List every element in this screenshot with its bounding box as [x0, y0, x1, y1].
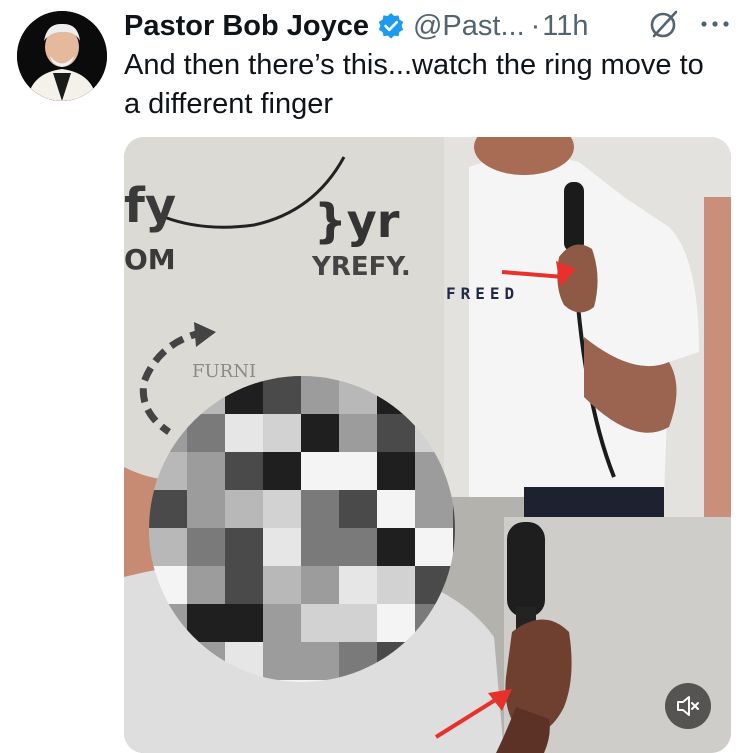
author-handle[interactable]: @Past...	[413, 10, 525, 43]
avatar[interactable]	[17, 11, 107, 101]
volume-mute-icon	[677, 696, 699, 716]
tweet-text: And then there’s this...watch the ring m…	[124, 49, 704, 120]
avatar-image	[17, 11, 107, 101]
video-frame: fy OM }yr YREFY. FURNI FREED	[124, 137, 731, 753]
svg-text:YREFY.: YREFY.	[311, 252, 411, 282]
svg-text:fy: fy	[124, 178, 176, 234]
separator-dot: ·	[530, 9, 541, 42]
mute-button[interactable]	[665, 683, 711, 729]
svg-text:FREED: FREED	[446, 284, 519, 303]
author-name[interactable]: Pastor Bob Joyce	[124, 10, 369, 43]
svg-text:}yr: }yr	[314, 194, 400, 248]
svg-text:OM: OM	[124, 243, 176, 276]
verified-badge-icon	[377, 12, 405, 40]
tweet-header: Pastor Bob Joyce @Past... · 11h	[124, 6, 589, 46]
grok-icon[interactable]	[648, 8, 680, 40]
video-player[interactable]: fy OM }yr YREFY. FURNI FREED	[124, 137, 731, 753]
timestamp[interactable]: 11h	[542, 10, 588, 43]
svg-text:FURNI: FURNI	[192, 361, 256, 382]
more-icon[interactable]	[697, 8, 733, 40]
